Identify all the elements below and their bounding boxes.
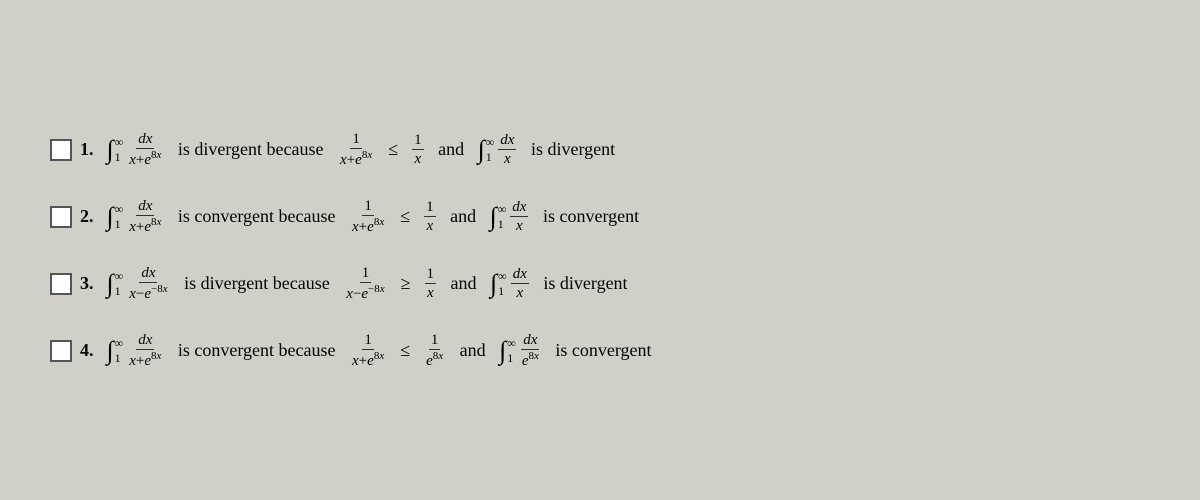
- row-1-and: and: [434, 139, 469, 160]
- row-3-simple-frac: 1 x: [425, 265, 437, 302]
- row-4-simple-frac: 1 e8x: [424, 331, 445, 370]
- row-2-comparison-frac: 1 x+e8x: [350, 197, 386, 236]
- checkbox-3[interactable]: [50, 273, 72, 295]
- row-2: 2. ∫ ∞ 1 dx x+e8x is convergent because …: [50, 197, 1150, 236]
- main-container: 1. ∫ ∞ 1 dx x+e8x is divergent because 1…: [20, 110, 1180, 390]
- row-1-number: 1.: [80, 139, 94, 160]
- row-4-verdict2: is convergent: [551, 340, 652, 361]
- row-2-number: 2.: [80, 206, 94, 227]
- row-3-verdict: is divergent because: [180, 273, 335, 294]
- row-2-simple-frac: 1 x: [424, 198, 436, 235]
- row-3-integral-simple: ∫ ∞ 1 dx x: [489, 265, 531, 302]
- row-2-and: and: [446, 206, 481, 227]
- row-1-comparison-frac: 1 x+e8x: [338, 130, 374, 169]
- checkbox-1[interactable]: [50, 139, 72, 161]
- row-4-integral-main: ∫ ∞ 1 dx x+e8x: [106, 331, 166, 370]
- row-1-integral-simple: ∫ ∞ 1 dx x: [477, 131, 519, 168]
- row-3-integral-main: ∫ ∞ 1 dx x−e−8x: [106, 264, 172, 303]
- row-1-simple-frac: 1 x: [412, 131, 424, 168]
- row-1-rel: ≤: [388, 139, 398, 160]
- row-4-and: and: [455, 340, 490, 361]
- checkbox-4[interactable]: [50, 340, 72, 362]
- row-2-integral-main: ∫ ∞ 1 dx x+e8x: [106, 197, 166, 236]
- row-4-rel: ≤: [400, 340, 410, 361]
- row-1-integral-main: ∫ ∞ 1 dx x+e8x: [106, 130, 166, 169]
- row-4-number: 4.: [80, 340, 94, 361]
- row-2-rel: ≤: [400, 206, 410, 227]
- row-3-and: and: [446, 273, 481, 294]
- row-2-verdict: is convergent because: [173, 206, 340, 227]
- row-1: 1. ∫ ∞ 1 dx x+e8x is divergent because 1…: [50, 130, 1150, 169]
- row-2-verdict2: is convergent: [538, 206, 639, 227]
- row-1-verdict: is divergent because: [173, 139, 328, 160]
- row-4-comparison-frac: 1 x+e8x: [350, 331, 386, 370]
- row-1-verdict2: is divergent: [526, 139, 615, 160]
- checkbox-2[interactable]: [50, 206, 72, 228]
- row-4-verdict: is convergent because: [173, 340, 340, 361]
- row-3-number: 3.: [80, 273, 94, 294]
- row-4-integral-simple: ∫ ∞ 1 dx e8x: [498, 331, 543, 370]
- row-4: 4. ∫ ∞ 1 dx x+e8x is convergent because …: [50, 331, 1150, 370]
- row-3: 3. ∫ ∞ 1 dx x−e−8x is divergent because …: [50, 264, 1150, 303]
- row-2-integral-simple: ∫ ∞ 1 dx x: [489, 198, 531, 235]
- row-3-verdict2: is divergent: [539, 273, 628, 294]
- row-3-rel: ≥: [401, 273, 411, 294]
- row-3-comparison-frac: 1 x−e−8x: [344, 264, 386, 303]
